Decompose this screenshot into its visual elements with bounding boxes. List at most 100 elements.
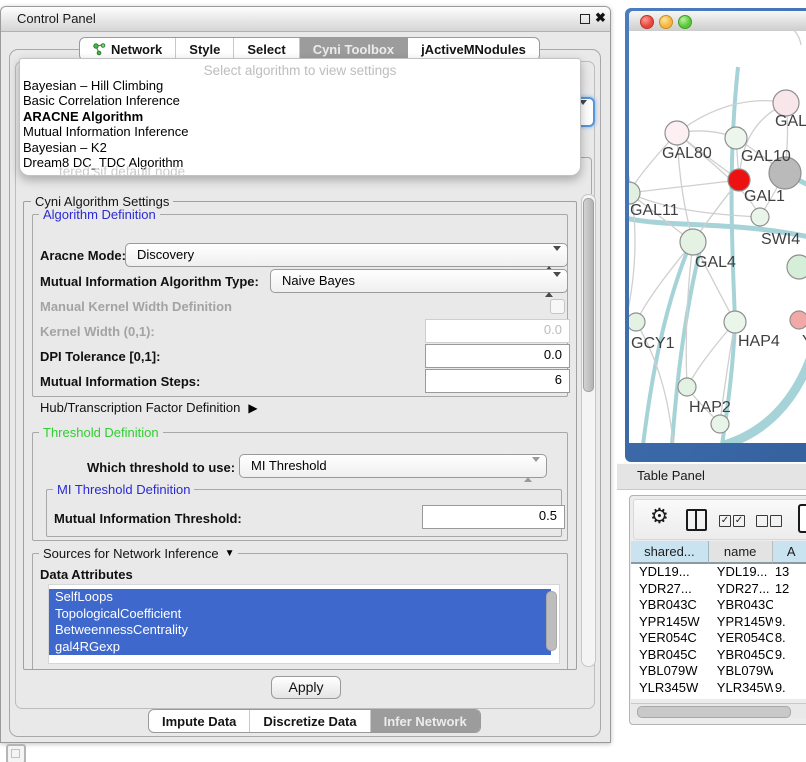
kernel-width-field[interactable]: 0.0 bbox=[425, 319, 570, 343]
attribute-item-selected[interactable]: SelfLoops bbox=[49, 589, 551, 606]
column-header[interactable]: shared... bbox=[631, 541, 709, 564]
attribute-item-selected[interactable]: gal4RGexp bbox=[49, 639, 551, 656]
table-row[interactable]: YDL19...YDL19...13 bbox=[631, 564, 806, 581]
table-row[interactable]: YBR043CYBR043C bbox=[631, 597, 806, 614]
network-edge[interactable] bbox=[686, 242, 693, 387]
control-panel-window: Control Panel ✖ NetworkStyleSelectCyni T… bbox=[0, 6, 611, 743]
expander-arrow-icon: ▶ bbox=[248, 401, 257, 415]
collapse-arrow-icon: ▼ bbox=[225, 548, 235, 559]
algorithm-option[interactable]: Bayesian – Hill Climbing bbox=[20, 78, 580, 93]
network-node[interactable] bbox=[678, 378, 696, 396]
table-cell: 8. bbox=[773, 630, 806, 647]
tab-style[interactable]: Style bbox=[176, 38, 234, 60]
float-window-icon[interactable] bbox=[580, 14, 590, 24]
checked-checkbox-icon[interactable]: ✓ bbox=[719, 515, 731, 527]
network-node[interactable] bbox=[725, 127, 747, 149]
hub-expander[interactable]: Hub/Transcription Factor Definition ▶ bbox=[40, 400, 258, 415]
tab-impute-data[interactable]: Impute Data bbox=[149, 710, 250, 732]
zoom-traffic-light-icon[interactable] bbox=[678, 15, 692, 29]
mi-threshold-field[interactable]: 0.5 bbox=[422, 505, 565, 529]
network-graph: GALGAL80GAL10GAL1GAL11SWI4GAL4GCY1HAP4YH… bbox=[629, 31, 806, 443]
columns-icon[interactable] bbox=[686, 509, 707, 531]
table-cell: YPR145W bbox=[631, 614, 709, 631]
algorithm-option[interactable]: ARACNE Algorithm bbox=[20, 109, 580, 124]
mi-type-combo[interactable]: Naive Bayes bbox=[270, 269, 568, 293]
network-node[interactable] bbox=[665, 121, 689, 145]
table-row[interactable]: YLR345WYLR345W9. bbox=[631, 680, 806, 697]
horizontal-scrollbar[interactable] bbox=[631, 703, 806, 718]
attribute-item-selected[interactable]: BetweennessCentrality bbox=[49, 622, 551, 639]
network-canvas[interactable]: GALGAL80GAL10GAL1GAL11SWI4GAL4GCY1HAP4YH… bbox=[629, 31, 806, 443]
settings-scrollbar-thumb[interactable] bbox=[583, 198, 594, 392]
network-node[interactable] bbox=[790, 311, 806, 329]
table-cell: 9. bbox=[773, 647, 806, 664]
network-node[interactable] bbox=[724, 311, 746, 333]
network-view-window[interactable]: GALGAL80GAL10GAL1GAL11SWI4GAL4GCY1HAP4YH… bbox=[625, 8, 806, 462]
minimize-traffic-light-icon[interactable] bbox=[659, 15, 673, 29]
algorithm-option[interactable]: Bayesian – K2 bbox=[20, 140, 580, 155]
unchecked-checkbox-icon[interactable] bbox=[756, 515, 768, 527]
table-row[interactable]: YER054CYER054C8. bbox=[631, 630, 806, 647]
settings-scrollbar[interactable] bbox=[581, 194, 596, 667]
attribute-item-selected[interactable]: TopologicalCoefficient bbox=[49, 606, 551, 623]
threshold-definition-title: Threshold Definition bbox=[39, 425, 163, 440]
network-edge[interactable] bbox=[724, 357, 806, 443]
node-label: Y bbox=[802, 333, 806, 350]
table-row[interactable]: YBL079WYBL079W bbox=[631, 663, 806, 680]
combo-stepper-icon bbox=[524, 459, 540, 480]
tab-cyni-toolbox[interactable]: Cyni Toolbox bbox=[300, 38, 408, 60]
list-scrollbar[interactable] bbox=[546, 591, 557, 651]
unchecked-checkbox-icon[interactable] bbox=[770, 515, 782, 527]
column-header[interactable]: name bbox=[709, 541, 773, 564]
node-label: HAP4 bbox=[738, 333, 780, 350]
data-attributes-list[interactable]: SelfLoopsTopologicalCoefficientBetweenne… bbox=[48, 584, 560, 664]
dpi-tolerance-field[interactable]: 0.0 bbox=[425, 344, 570, 368]
network-node[interactable] bbox=[680, 229, 706, 255]
tab-select[interactable]: Select bbox=[234, 38, 299, 60]
minimized-panel-icon[interactable] bbox=[6, 744, 26, 762]
horizontal-scrollbar-thumb[interactable] bbox=[637, 706, 791, 718]
network-edge[interactable] bbox=[629, 180, 739, 193]
table-row[interactable]: YBR045CYBR045C9. bbox=[631, 647, 806, 664]
table-cell: 9. bbox=[773, 680, 806, 697]
table-cell: YBL079W bbox=[709, 663, 773, 680]
column-header[interactable]: A bbox=[773, 541, 806, 564]
algorithm-option[interactable]: Basic Correlation Inference bbox=[20, 93, 580, 108]
table-row[interactable]: YPR145WYPR145W9. bbox=[631, 614, 806, 631]
settings-group-title: Cyni Algorithm Settings bbox=[31, 194, 173, 209]
manual-kernel-checkbox[interactable] bbox=[550, 299, 565, 314]
network-edge[interactable] bbox=[629, 151, 635, 331]
aracne-mode-combo[interactable]: Discovery bbox=[125, 243, 568, 267]
tab-jactivemnodules[interactable]: jActiveMNodules bbox=[408, 38, 539, 60]
dropdown-hint: Select algorithm to view settings bbox=[20, 59, 580, 78]
tab-label: Infer Network bbox=[384, 714, 467, 729]
network-node[interactable] bbox=[711, 415, 729, 433]
table-row[interactable]: YDR27...YDR27...12 bbox=[631, 581, 806, 598]
network-node[interactable] bbox=[787, 255, 806, 279]
tab-infer-network[interactable]: Infer Network bbox=[371, 710, 480, 732]
algorithm-option[interactable]: Mutual Information Inference bbox=[20, 124, 580, 139]
sources-title[interactable]: Sources for Network Inference▼ bbox=[39, 546, 238, 561]
document-icon[interactable] bbox=[798, 504, 806, 533]
network-edge[interactable] bbox=[687, 322, 735, 387]
node-label: HAP2 bbox=[689, 399, 731, 416]
gear-icon[interactable]: ⚙ bbox=[650, 505, 669, 529]
combo-stepper-icon bbox=[545, 248, 561, 269]
close-icon[interactable]: ✖ bbox=[595, 10, 606, 26]
data-attributes-label: Data Attributes bbox=[40, 567, 133, 582]
tab-discretize-data[interactable]: Discretize Data bbox=[250, 710, 370, 732]
tab-network[interactable]: Network bbox=[80, 38, 176, 60]
checked-checkbox-icon[interactable]: ✓ bbox=[733, 515, 745, 527]
hub-expander-label: Hub/Transcription Factor Definition bbox=[40, 400, 240, 415]
mi-steps-field[interactable]: 6 bbox=[425, 369, 570, 393]
occluded-table-combo-text: tered.sif default node bbox=[59, 164, 185, 179]
tab-label: Select bbox=[247, 42, 285, 57]
table-row[interactable]: YIL052CYIL052C9. bbox=[631, 696, 806, 699]
network-node[interactable] bbox=[629, 313, 645, 331]
network-edge[interactable] bbox=[759, 31, 801, 45]
close-traffic-light-icon[interactable] bbox=[640, 15, 654, 29]
apply-button[interactable]: Apply bbox=[271, 676, 341, 699]
which-threshold-combo[interactable]: MI Threshold bbox=[239, 454, 547, 478]
node-label: GAL bbox=[775, 113, 806, 130]
network-node[interactable] bbox=[751, 208, 769, 226]
